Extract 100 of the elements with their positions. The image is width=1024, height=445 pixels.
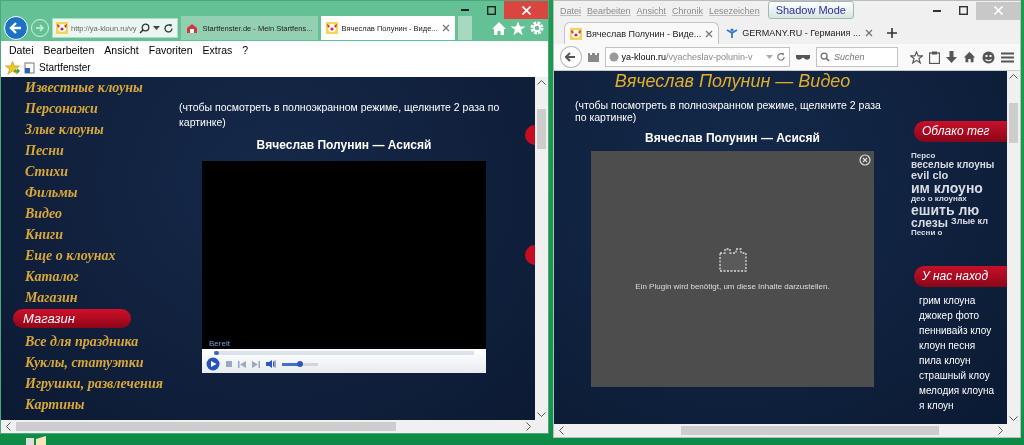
scrollbar-thumb[interactable] [537,109,546,149]
scroll-up-icon[interactable] [1009,74,1018,79]
tag-link[interactable]: Персо [911,152,936,160]
speaker-icon[interactable] [266,360,276,368]
scroll-up-icon[interactable] [537,80,546,85]
scroll-left-icon[interactable] [6,422,11,431]
horizontal-scrollbar[interactable] [1,420,548,433]
plus-icon [886,28,897,38]
folder-icon[interactable] [26,436,48,445]
nav-link[interactable]: Стихи [25,161,179,182]
scroll-left-icon[interactable] [559,426,564,435]
nav-link[interactable]: Видео [25,203,179,224]
nav-link[interactable]: Куклы, статуэтки [25,352,179,373]
clown-favicon-icon [325,22,338,34]
scroll-right-icon[interactable] [998,426,1003,435]
close-icon[interactable] [441,24,450,32]
arrow-left-icon [9,21,23,35]
arrow-left-icon [565,52,577,62]
hint-text: (чтобы посмотреть в полноэкранном режиме, щелкните 2 раза по картинке) [179,100,501,130]
section-header [525,245,535,265]
menu-item[interactable]: Bearbeiten [38,43,100,56]
section-header: Магазин [13,309,131,328]
menu-item[interactable]: Extras [197,43,238,56]
menu-item[interactable]: Datei [4,43,39,56]
tag-link[interactable]: evil clo [911,170,949,181]
tag-link[interactable]: им клоуно [911,181,983,195]
section-header [525,125,535,145]
smiley-icon[interactable] [982,50,995,64]
close-button[interactable] [504,1,548,19]
sidebar-link[interactable]: пила клоун [919,353,1007,368]
sidebar-link[interactable]: пеннивайз клоу [919,323,1007,338]
scroll-down-icon[interactable] [1009,416,1018,421]
mask-icon[interactable] [796,53,810,61]
back-button[interactable] [560,46,582,68]
house-icon [186,22,199,34]
tag-link[interactable]: ешить лю [911,203,980,217]
tag-link[interactable]: Песни о [911,229,943,237]
browser-tab[interactable]: GERMANY.RU - Германия ... [721,22,878,44]
close-icon [521,5,531,15]
sidebar-link[interactable]: грим клоуна [919,293,1007,308]
search-field[interactable]: Suchen [816,47,898,67]
scrollbar-thumb[interactable] [681,426,939,435]
sidebar-link[interactable]: джокер фото [919,308,1007,323]
caret-icon[interactable] [153,25,161,31]
menu-item[interactable]: Favoriten [143,43,198,56]
nav-link[interactable]: Книги [25,224,179,245]
nav-link[interactable]: Персонажи [25,98,179,119]
menu-item[interactable]: ? [237,43,254,56]
nav-link[interactable]: Все для праздника [25,331,179,352]
menu-item[interactable]: Ansicht [99,43,144,56]
volume-slider[interactable] [282,361,318,367]
close-icon[interactable] [705,29,714,38]
section-header: Облако тег [914,121,1007,142]
video-title: Вячеслав Полунин — Асисяй [256,138,432,152]
scrollbar-thumb[interactable] [1009,103,1018,143]
favorites-star-icon[interactable] [5,60,20,75]
clipboard-icon[interactable] [929,50,940,64]
play-button[interactable] [206,357,220,371]
nav-link[interactable]: Песни [25,140,179,161]
arrow-right-icon [35,23,45,33]
nav-link[interactable]: Известные клоуны [25,77,179,98]
tag-link[interactable]: део о клоунах [911,195,967,203]
player-status: Bereit [209,339,231,348]
search-icon[interactable] [139,22,151,34]
favorite-link[interactable]: Startfenster [39,62,91,73]
home-icon[interactable] [963,51,976,63]
minimize-icon [933,9,941,12]
sidebar-link[interactable]: клоун песня [919,338,1007,353]
nav-link[interactable]: Еще о клоунах [25,245,179,266]
tag-link[interactable]: веселые клоуны [911,160,995,170]
menu-icon[interactable] [1001,51,1014,63]
scroll-right-icon[interactable] [526,422,531,431]
page-heading: Вячеслав Полунин — Видео [614,71,851,91]
bookmark-star-icon[interactable] [910,50,923,64]
scroll-down-icon[interactable] [537,412,546,417]
minimize-icon [461,9,469,11]
download-icon[interactable] [946,50,957,64]
star-icon[interactable] [510,20,526,36]
nav-link[interactable]: Картины [25,394,179,415]
vertical-scrollbar[interactable] [535,77,548,420]
sidebar-link[interactable]: я клоун [919,398,1007,413]
tag-link[interactable]: слезы [911,217,949,229]
refresh-icon[interactable] [163,22,175,34]
clown-favicon-icon [56,22,68,34]
nav-link[interactable]: Магазин [25,287,179,308]
nav-link[interactable]: Игрушки, развлечения [25,373,179,394]
tag-link[interactable]: Злые кл [951,217,988,229]
nav-link[interactable]: Каталог [25,266,179,287]
vertical-scrollbar[interactable] [1007,71,1020,424]
close-icon[interactable] [864,29,873,37]
maximize-icon [486,5,496,15]
video-player[interactable]: Bereit [202,161,486,373]
reader-icon[interactable] [587,52,599,62]
nav-link[interactable]: Злые клоуны [25,119,179,140]
scrollbar-thumb[interactable] [16,422,396,431]
sidebar-link[interactable]: мелодия клоуна [919,383,1007,398]
nav-link[interactable]: Фильмы [25,182,179,203]
mode-badge: Shadow Mode [767,1,854,19]
sidebar-link[interactable]: страшный клоу [919,368,1007,383]
browser-tab[interactable]: Вячеслав Полунин - Виде... [564,22,720,44]
